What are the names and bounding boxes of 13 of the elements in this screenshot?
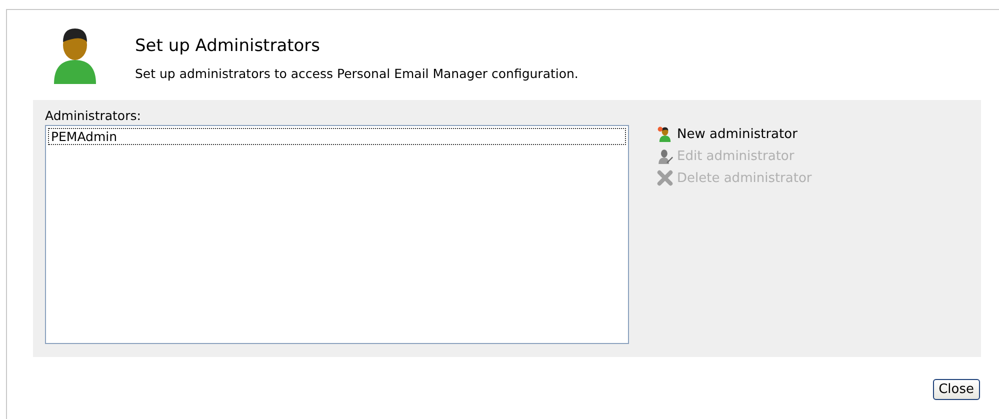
action-link[interactable]: New administrator [657, 126, 812, 142]
list-item[interactable]: PEMAdmin [48, 128, 626, 145]
dialog-title: Set up Administrators [135, 36, 322, 56]
administrators-list[interactable]: PEMAdmin [45, 125, 629, 344]
list-label: Administrators: [45, 108, 142, 123]
action-label: New administrator [677, 126, 798, 142]
add-user-icon [657, 126, 673, 142]
action-label: Edit administrator [677, 148, 794, 164]
delete-icon [657, 170, 673, 186]
edit-user-icon [657, 148, 673, 164]
close-button[interactable]: Close [932, 379, 980, 400]
action-label: Delete administrator [677, 170, 812, 186]
dialog-description: Set up administrators to access Personal Email Manager configuration. [135, 66, 578, 81]
